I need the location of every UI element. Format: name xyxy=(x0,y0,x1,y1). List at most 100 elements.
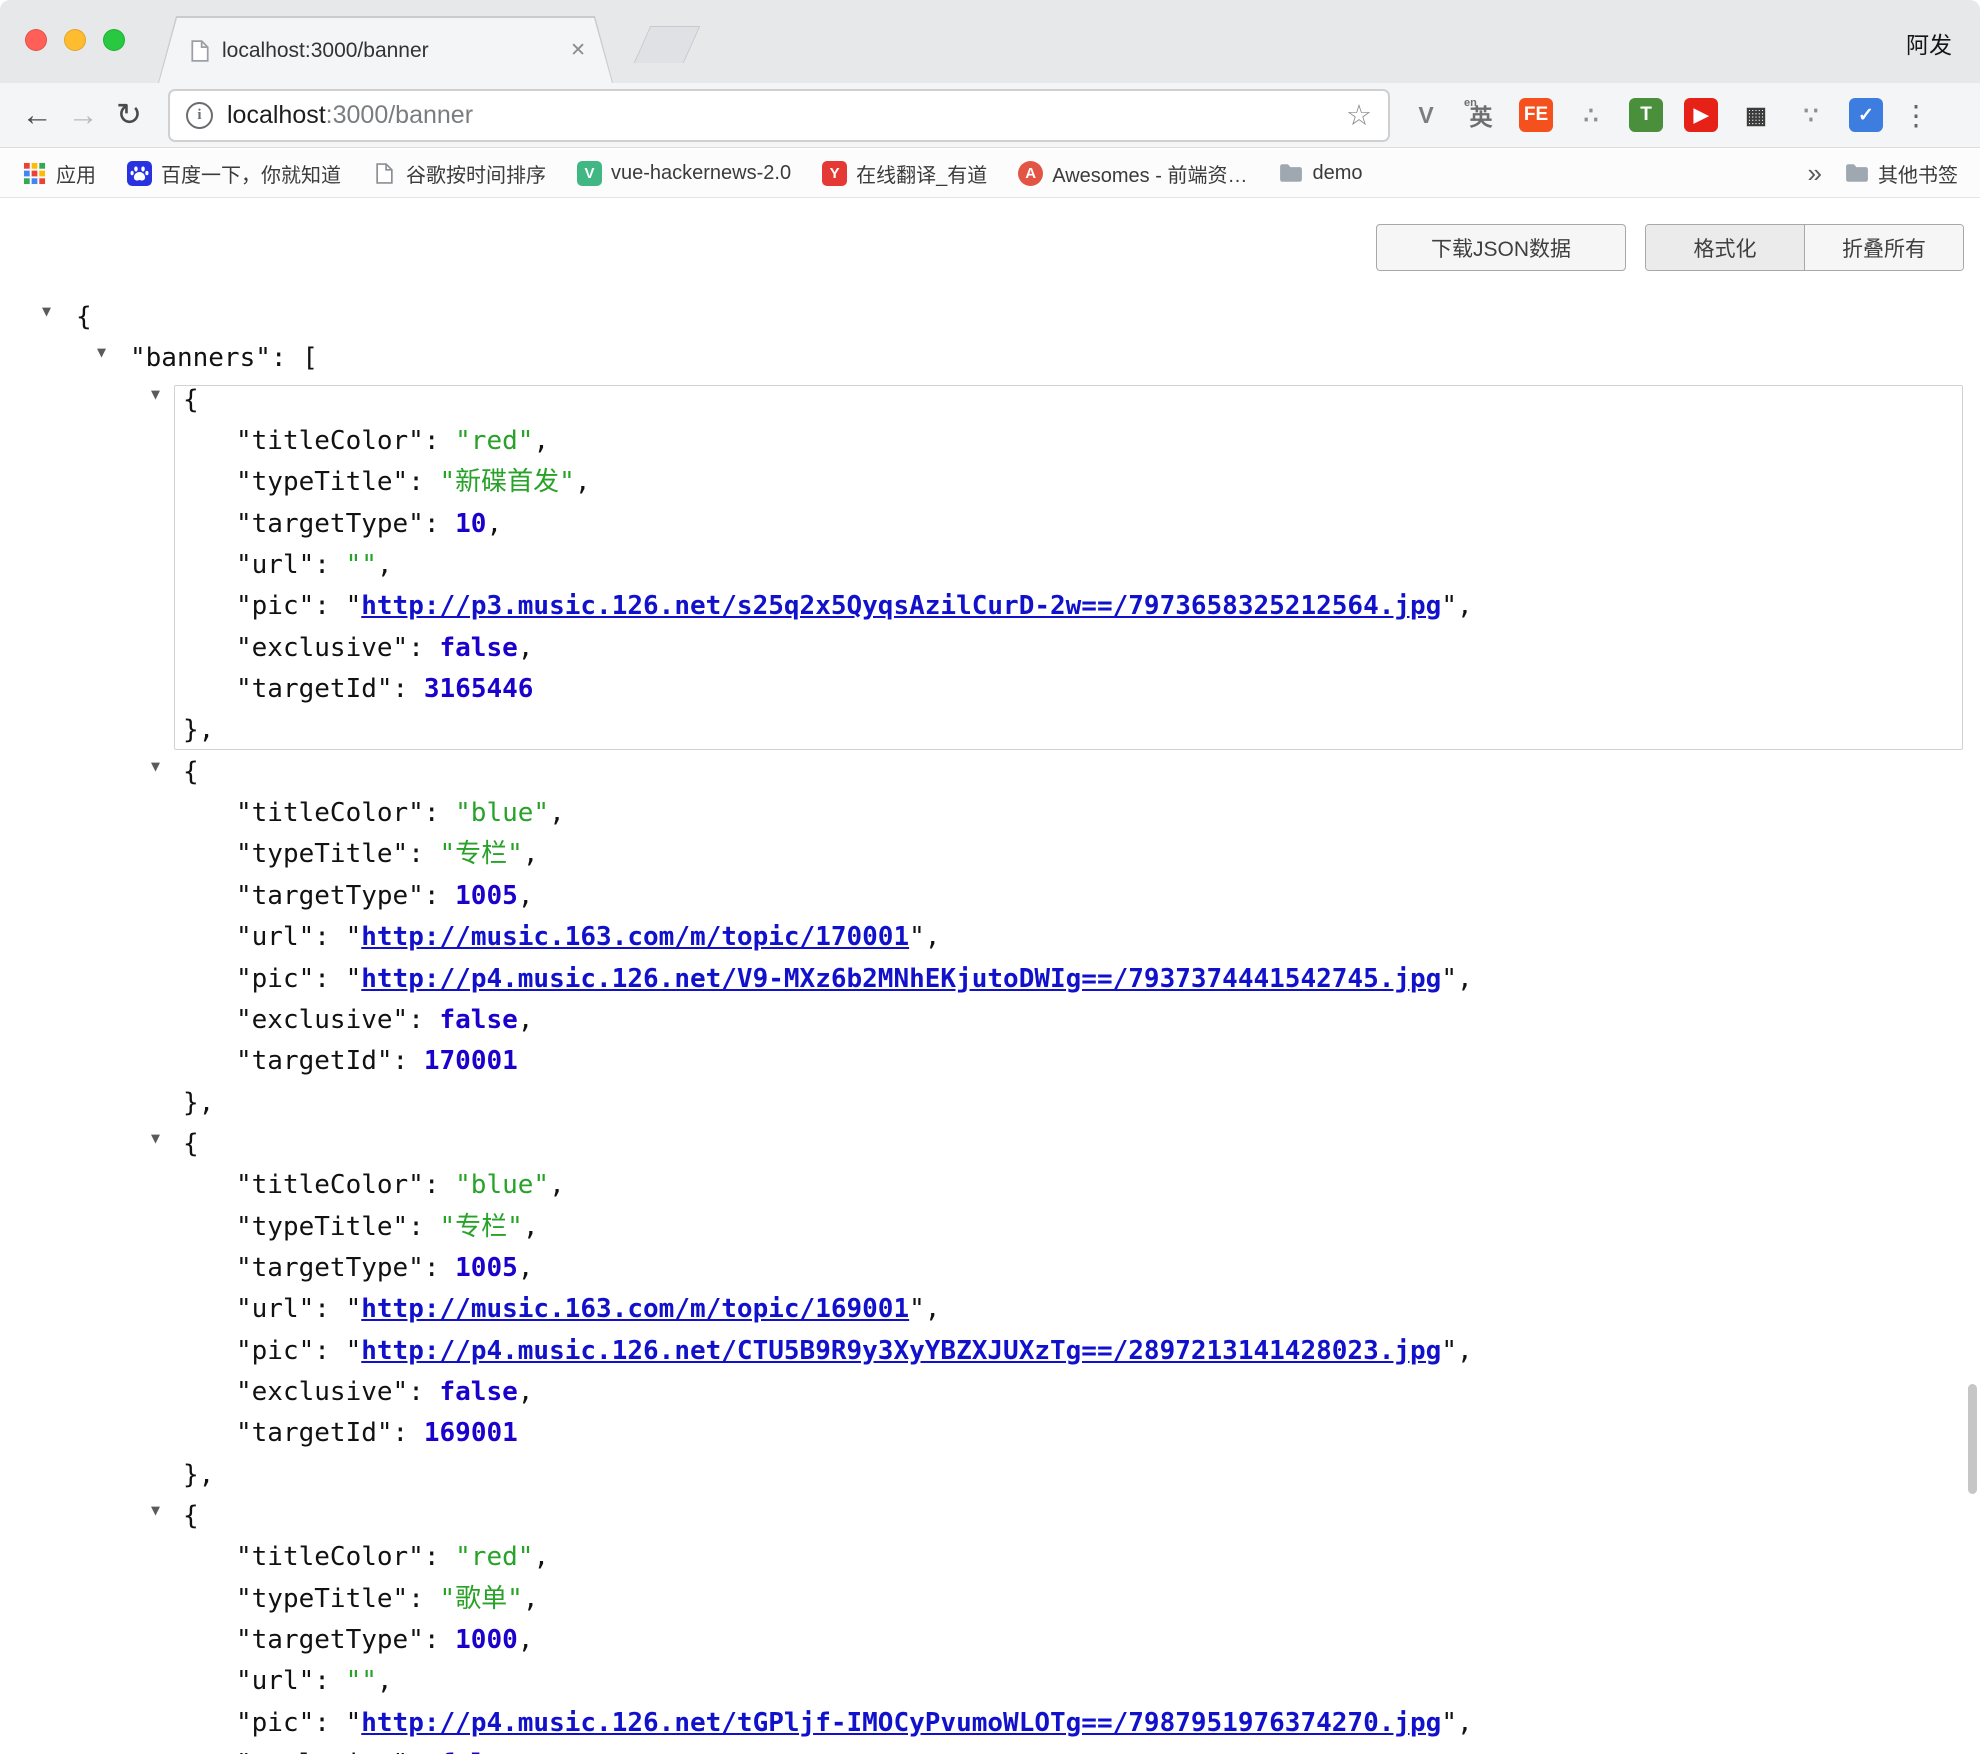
json-link-value[interactable]: http://music.163.com/m/topic/169001 xyxy=(361,1294,909,1324)
collapse-caret-icon[interactable]: ▼ xyxy=(151,1129,160,1147)
bookmark-item[interactable]: Vvue-hackernews-2.0 xyxy=(577,161,791,186)
json-token: , xyxy=(1457,964,1473,994)
json-token: , xyxy=(518,1625,534,1655)
download-json-button[interactable]: 下载JSON数据 xyxy=(1376,224,1626,271)
window-close-button[interactable] xyxy=(25,29,47,51)
json-token: " xyxy=(909,922,925,952)
json-token: : xyxy=(408,1005,439,1035)
collapse-caret-icon[interactable]: ▼ xyxy=(97,343,106,361)
forward-button[interactable]: → xyxy=(60,92,106,138)
new-tab-button[interactable] xyxy=(634,26,700,63)
scrollbar-thumb[interactable] xyxy=(1968,1384,1977,1494)
bookmark-item[interactable]: AAwesomes - 前端资… xyxy=(1018,159,1247,188)
json-token: : xyxy=(424,426,455,456)
json-token: : xyxy=(393,1418,424,1448)
json-token: : xyxy=(408,633,439,663)
json-token: , xyxy=(523,1212,539,1242)
paw-icon[interactable]: ∵ xyxy=(1792,96,1830,134)
json-link-value[interactable]: http://music.163.com/m/topic/170001 xyxy=(361,922,909,952)
address-bar[interactable]: i localhost:3000/banner ☆ xyxy=(168,89,1390,142)
reload-button[interactable]: ↻ xyxy=(106,92,152,138)
window-zoom-button[interactable] xyxy=(103,29,125,51)
json-token: " xyxy=(1441,591,1457,621)
json-token: }, xyxy=(183,1088,214,1118)
window-minimize-button[interactable] xyxy=(64,29,86,51)
collapse-caret-icon[interactable]: ▼ xyxy=(151,757,160,775)
json-token: , xyxy=(518,881,534,911)
json-string-value: "歌单" xyxy=(440,1584,523,1614)
json-link-value[interactable]: http://p4.music.126.net/CTU5B9R9y3XyYBZX… xyxy=(361,1336,1441,1366)
format-button[interactable]: 格式化 xyxy=(1646,225,1804,270)
json-line: "exclusive": false xyxy=(0,1744,1980,1754)
browser-menu-icon[interactable]: ⋮ xyxy=(1897,99,1935,132)
json-link-value[interactable]: http://p4.music.126.net/tGPljf-IMOCyPvum… xyxy=(361,1708,1441,1738)
json-token: }, xyxy=(183,715,214,745)
bookmark-item[interactable]: Y在线翻译_有道 xyxy=(822,159,987,188)
tampermonkey-icon[interactable]: T xyxy=(1627,96,1665,134)
json-token: : xyxy=(314,550,345,580)
bookmark-star-icon[interactable]: ☆ xyxy=(1346,98,1372,133)
browser-tab[interactable]: localhost:3000/banner ✕ xyxy=(158,16,613,83)
view-mode-button-group: 格式化 折叠所有 xyxy=(1645,224,1964,271)
json-key: "targetType" xyxy=(236,1253,424,1283)
json-token: , xyxy=(486,509,502,539)
shield-check-icon[interactable]: ✓ xyxy=(1847,96,1885,134)
json-token: , xyxy=(518,633,534,663)
json-string-value: "red" xyxy=(455,426,533,456)
org-chart-icon[interactable]: ∴ xyxy=(1572,96,1610,134)
back-button[interactable]: ← xyxy=(14,92,60,138)
bookmarks-overflow-chevron-icon[interactable]: » xyxy=(1808,158,1822,189)
bookmark-label: demo xyxy=(1312,162,1362,185)
apps-shortcut[interactable]: 应用 xyxy=(22,159,96,188)
json-line: "typeTitle": "专栏", xyxy=(0,1207,1980,1248)
json-number-value: 1005 xyxy=(455,1253,518,1283)
json-token: , xyxy=(518,1377,534,1407)
json-line: ▼{ xyxy=(0,752,1980,793)
json-token: : xyxy=(424,1542,455,1572)
json-token: { xyxy=(183,1501,199,1531)
translate-icon[interactable]: 英en xyxy=(1462,96,1500,134)
collapse-caret-icon[interactable]: ▼ xyxy=(151,385,160,403)
page-info-icon[interactable]: i xyxy=(186,102,213,129)
bookmark-item[interactable]: demo xyxy=(1278,161,1362,186)
json-link-value[interactable]: http://p4.music.126.net/V9-MXz6b2MNhEKju… xyxy=(361,964,1441,994)
json-token: : xyxy=(314,1666,345,1696)
qr-code-icon[interactable]: ▦ xyxy=(1737,96,1775,134)
json-key: "targetId" xyxy=(236,1046,393,1076)
other-bookmarks[interactable]: 其他书签 xyxy=(1844,159,1958,188)
vimium-icon[interactable]: V xyxy=(1407,96,1445,134)
json-line: "pic": "http://p4.music.126.net/tGPljf-I… xyxy=(0,1703,1980,1744)
json-token: : xyxy=(314,964,345,994)
collapse-all-button[interactable]: 折叠所有 xyxy=(1804,225,1963,270)
json-boolean-value: false xyxy=(440,1005,518,1035)
json-token: : xyxy=(314,1708,345,1738)
json-line: "titleColor": "red", xyxy=(0,1537,1980,1578)
bookmark-item[interactable]: 百度一下，你就知道 xyxy=(127,159,341,188)
json-token: , xyxy=(549,798,565,828)
fe-icon[interactable]: FE xyxy=(1517,96,1555,134)
tab-title: localhost:3000/banner xyxy=(222,39,558,63)
youtube-icon[interactable]: ▶ xyxy=(1682,96,1720,134)
json-line: "url": "http://music.163.com/m/topic/169… xyxy=(0,1289,1980,1330)
tab-close-icon[interactable]: ✕ xyxy=(570,39,586,62)
collapse-caret-icon[interactable]: ▼ xyxy=(151,1501,160,1519)
json-tree: ▼{▼"banners": [▼{"titleColor": "red","ty… xyxy=(0,297,1980,1754)
json-link-value[interactable]: http://p3.music.126.net/s25q2x5QyqsAzilC… xyxy=(361,591,1441,621)
json-line: "pic": "http://p3.music.126.net/s25q2x5Q… xyxy=(0,586,1980,627)
collapse-caret-icon[interactable]: ▼ xyxy=(42,302,51,320)
json-key: "pic" xyxy=(236,1708,314,1738)
json-line: ▼{ xyxy=(0,1496,1980,1537)
json-token: : xyxy=(314,1294,345,1324)
json-token: " xyxy=(909,1294,925,1324)
json-line: "targetType": 10, xyxy=(0,504,1980,545)
json-token: , xyxy=(518,1253,534,1283)
json-token: , xyxy=(1457,1708,1473,1738)
json-key: "url" xyxy=(236,922,314,952)
bookmark-item[interactable]: 谷歌按时间排序 xyxy=(372,159,546,188)
tampermonkey-icon-glyph: T xyxy=(1629,98,1663,132)
url-text: localhost:3000/banner xyxy=(227,101,473,130)
fe-icon-glyph: FE xyxy=(1519,98,1553,132)
json-line: "url": "", xyxy=(0,1661,1980,1702)
qr-code-icon-glyph: ▦ xyxy=(1739,98,1773,132)
json-line: "targetId": 169001 xyxy=(0,1413,1980,1454)
